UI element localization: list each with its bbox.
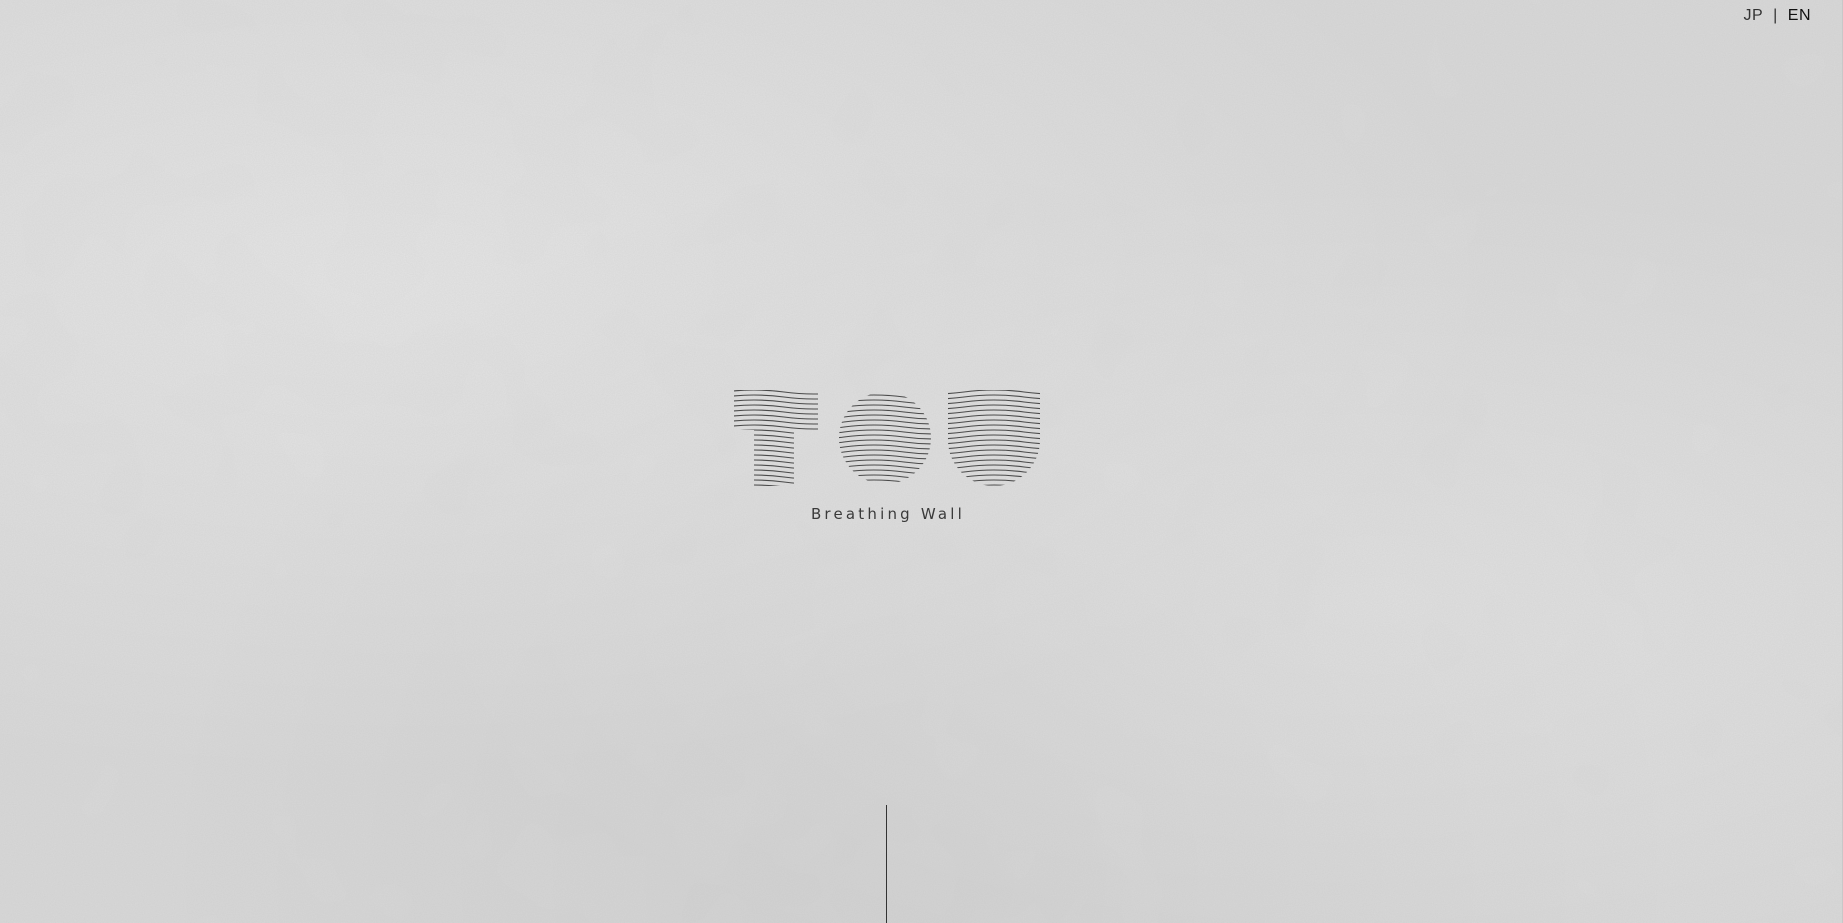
scroll-indicator-line[interactable] [886, 805, 887, 923]
logo-tagline: Breathing Wall [810, 505, 966, 523]
language-switcher: JP | EN [1743, 6, 1811, 26]
hero-logo: Breathing Wall [734, 390, 1042, 530]
lang-separator: | [1773, 7, 1778, 24]
lang-en-link[interactable]: EN [1788, 7, 1811, 25]
lang-jp-link[interactable]: JP [1743, 7, 1763, 25]
logo-letter-t [734, 390, 818, 486]
tou-wave-logo [734, 390, 1040, 486]
